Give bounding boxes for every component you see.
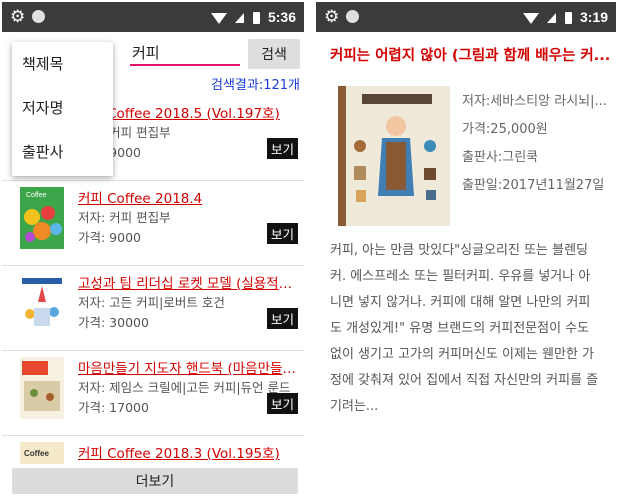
- view-button[interactable]: 보기: [266, 308, 298, 329]
- book-cover-thumbnail: [20, 357, 64, 419]
- search-input[interactable]: [130, 40, 240, 66]
- book-detail-title: 커피는 어렵지 않아 (그림과 함께 배우는 커...: [330, 48, 611, 64]
- detail-screen: ⚙ 3:19 커피는 어렵지 않아 (그림과 함께 배우는 커... 저자:세바…: [316, 2, 616, 498]
- description-line: 없이 생기고 고가의 커피머신도 이제는 웬만한 가: [330, 347, 594, 362]
- wifi-icon: [210, 12, 227, 24]
- book-title-link[interactable]: 마음만들기 지도자 핸드북 (마음만들기...: [78, 357, 298, 377]
- status-time: 5:36: [267, 9, 296, 25]
- view-button[interactable]: 보기: [266, 393, 298, 414]
- status-bar: ⚙ 3:19: [316, 2, 616, 32]
- book-price: 가격:25,000원: [462, 122, 548, 137]
- gear-icon: ⚙: [10, 7, 26, 27]
- result-count: 검색결과:121개: [211, 78, 300, 93]
- svg-text:Coffee: Coffee: [24, 449, 49, 458]
- book-author: 저자:세바스티앙 라시뇌|...: [462, 94, 607, 109]
- signal-icon: [547, 13, 557, 23]
- book-title-link[interactable]: 고성과 팀 리더십 로켓 모델 (실용적인...: [78, 272, 298, 292]
- list-item[interactable]: 고성과 팀 리더십 로켓 모델 (실용적인... 저자: 고든 커피|로버트 호…: [2, 266, 304, 351]
- signal-icon: [235, 13, 245, 23]
- book-price: 가격: 9000: [78, 230, 141, 245]
- book-title-link[interactable]: 커피 Coffee 2018.4: [78, 187, 298, 207]
- book-publish-date: 출판일:2017년11월27일: [462, 178, 605, 193]
- description-line: 커피, 아는 만큼 맛있다"싱글오리진 또는 블렌딩: [330, 243, 589, 258]
- list-item[interactable]: 마음만들기 지도자 핸드북 (마음만들기... 저자: 제임스 크릴에|고든 커…: [2, 351, 304, 436]
- dropdown-option-author[interactable]: 저자명: [12, 86, 113, 130]
- description-line: 도 개성있게!" 유명 브랜드의 커피전문점이 수도: [330, 321, 590, 336]
- book-cover-thumbnail: Coffee: [20, 187, 64, 249]
- status-time: 3:19: [579, 9, 608, 25]
- wifi-icon: [522, 12, 539, 24]
- book-cover-image: [338, 86, 450, 226]
- status-dot-icon: [32, 10, 45, 23]
- view-button[interactable]: 보기: [266, 138, 298, 159]
- search-button[interactable]: 검색: [248, 39, 300, 69]
- status-dot-icon: [346, 10, 359, 23]
- book-cover-thumbnail: Coffee: [20, 442, 64, 464]
- book-publisher: 출판사:그린쿡: [462, 150, 539, 165]
- search-type-dropdown: 책제목 저자명 출판사: [12, 42, 113, 176]
- view-button[interactable]: 보기: [266, 223, 298, 244]
- list-item[interactable]: Coffee 커피 Coffee 2018.4 저자: 커피 편집부 가격: 9…: [2, 181, 304, 266]
- book-description: 커피, 아는 만큼 맛있다"싱글오리진 또는 블렌딩 커. 에스프레소 또는 필…: [330, 238, 614, 420]
- description-line: 커. 에스프레소 또는 필터커피. 우유를 넣거나 아: [330, 269, 591, 284]
- book-price: 가격: 17000: [78, 400, 149, 415]
- more-button[interactable]: 더보기: [12, 468, 298, 494]
- description-line: 정에 갖춰져 있어 집에서 직접 자신만의 커피를 즐: [330, 373, 599, 388]
- dropdown-option-publisher[interactable]: 출판사: [12, 130, 113, 174]
- description-line: 니면 넣지 않거나. 커피에 대해 알면 나만의 커피: [330, 295, 591, 310]
- battery-icon: [564, 12, 572, 24]
- description-line: 기려는...: [330, 399, 379, 414]
- gear-icon: ⚙: [324, 7, 340, 27]
- dropdown-option-title[interactable]: 책제목: [12, 42, 113, 86]
- search-screen: ⚙ 5:36 검색 검색결과:121개 책제목 저자명 출판사 커피 Coffe…: [2, 2, 304, 498]
- book-price: 가격: 30000: [78, 315, 149, 330]
- status-bar: ⚙ 5:36: [2, 2, 304, 32]
- battery-icon: [252, 12, 260, 24]
- book-title-link[interactable]: 커피 Coffee 2018.3 (Vol.195호): [78, 442, 298, 462]
- book-cover-thumbnail: [20, 272, 64, 334]
- svg-text:Coffee: Coffee: [26, 192, 47, 199]
